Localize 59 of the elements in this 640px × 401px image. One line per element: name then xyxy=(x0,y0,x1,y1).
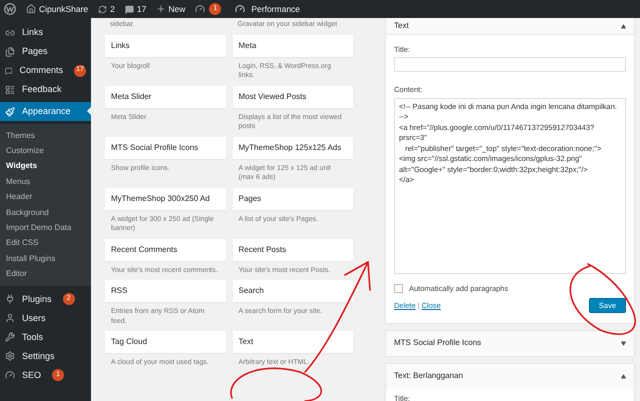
submenu-item[interactable]: Background xyxy=(0,204,91,220)
gauge-icon xyxy=(235,4,246,14)
widget-card[interactable]: Meta xyxy=(232,34,353,56)
home-icon xyxy=(26,4,36,14)
plus-icon xyxy=(156,4,166,14)
widget-header[interactable]: Text: Berlangganan xyxy=(386,364,634,389)
settings-icon xyxy=(5,351,15,362)
widget-card[interactable]: RSS xyxy=(105,280,226,302)
submenu-item[interactable]: Header xyxy=(0,190,91,205)
pages-icon xyxy=(5,46,15,56)
widget-card[interactable]: Tag Cloud xyxy=(105,331,226,353)
submenu-item[interactable]: Themes xyxy=(0,128,91,144)
widget-card[interactable]: MTS Social Profile Icons xyxy=(105,136,226,158)
widget-header[interactable]: MTS Social Profile Icons xyxy=(386,330,634,356)
sidebar-item[interactable]: Appearance xyxy=(0,102,91,121)
collapse-arrow-icon xyxy=(621,24,626,28)
new-link[interactable]: New xyxy=(156,2,186,16)
widget-card[interactable]: Links xyxy=(105,34,226,56)
widget-header[interactable]: Text xyxy=(386,18,634,35)
tools-icon xyxy=(5,332,15,342)
link-icon xyxy=(5,28,15,38)
performance-link[interactable]: Performance xyxy=(235,2,300,16)
site-name-link[interactable]: CipunkShare xyxy=(26,2,88,16)
wordpress-logo-icon[interactable] xyxy=(4,3,16,15)
comments-link[interactable]: 17 xyxy=(124,2,146,16)
widget-card[interactable]: MyThemeShop 125x125 Ads xyxy=(232,136,353,158)
submenu-item[interactable]: Import Demo Data xyxy=(0,220,91,236)
comments-icon xyxy=(5,66,12,76)
title-input[interactable] xyxy=(394,57,626,72)
users-icon xyxy=(5,313,15,324)
collapse-arrow-icon xyxy=(621,374,626,379)
widget-card[interactable]: MyThemeShop 300x250 Ad xyxy=(105,188,226,210)
widget-card[interactable]: Pages xyxy=(232,188,353,210)
submenu-item[interactable]: Edit CSS xyxy=(0,236,91,252)
widget-card[interactable]: Recent Posts xyxy=(232,238,353,260)
sidebar-item[interactable]: Users xyxy=(0,308,91,328)
refresh-icon xyxy=(98,4,108,14)
comment-icon xyxy=(124,4,134,14)
submenu-item[interactable]: Menus xyxy=(0,174,91,190)
widget-card[interactable]: Recent Comments xyxy=(105,238,226,260)
submenu-item[interactable]: Install Plugins xyxy=(0,251,91,267)
sidebar-item[interactable]: Links xyxy=(0,23,91,42)
expand-arrow-icon xyxy=(621,340,626,346)
plugins-icon xyxy=(5,294,15,304)
gauge-icon xyxy=(195,4,206,14)
submenu-item[interactable]: Editor xyxy=(0,266,91,282)
updates-link[interactable]: 2 xyxy=(98,2,115,16)
sidebar-item[interactable]: Pages xyxy=(0,42,91,61)
submenu-item[interactable]: Widgets xyxy=(0,158,91,174)
submenu-item[interactable]: Customize xyxy=(0,143,91,159)
widget-card[interactable]: Most Viewed Posts xyxy=(232,86,353,108)
sidebar-item[interactable]: Settings xyxy=(0,346,91,366)
sidebar-item[interactable]: Feedback xyxy=(0,80,91,99)
checkbox[interactable] xyxy=(394,284,403,293)
widget-card[interactable]: Meta Slider xyxy=(105,86,226,108)
current-pointer-icon xyxy=(87,107,91,115)
sidebar-item[interactable]: Tools xyxy=(0,328,91,347)
widget-card[interactable]: Search xyxy=(232,280,353,302)
widget-card[interactable]: Text xyxy=(232,331,353,353)
